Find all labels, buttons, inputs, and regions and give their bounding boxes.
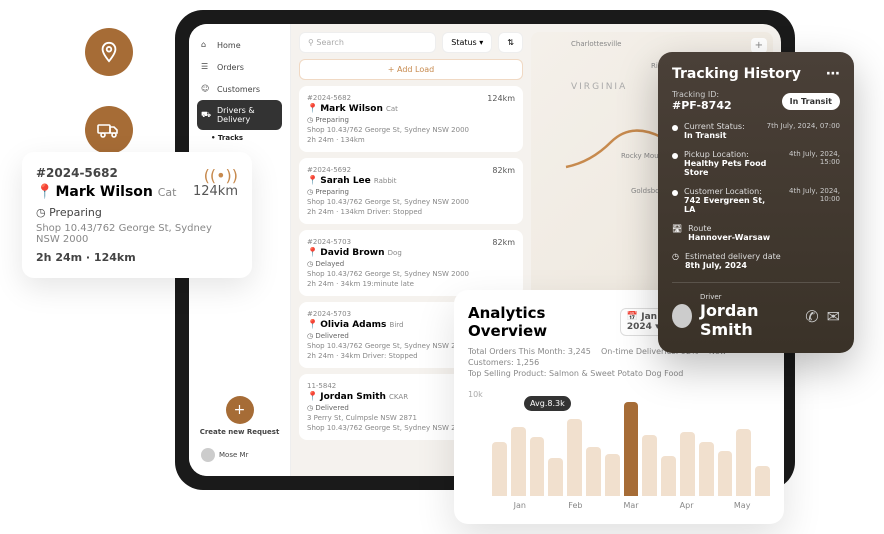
bar[interactable] — [548, 458, 563, 495]
nav-orders[interactable]: ☰Orders — [197, 56, 282, 78]
bar-chart: 10k Avg.8.3k JanFebMarAprMay — [468, 390, 770, 510]
analytics-title: Analytics Overview — [468, 304, 620, 340]
sort-button[interactable]: ⇅ — [498, 32, 523, 53]
user-chip[interactable]: Mose Mr — [197, 444, 282, 466]
clock-icon: ◷ — [672, 252, 679, 270]
phone-icon[interactable]: ✆ — [805, 307, 818, 326]
search-input[interactable]: ⚲ Search — [299, 32, 436, 53]
order-card[interactable]: #2024-570382km📍David Brown Dog◷ DelayedS… — [299, 230, 523, 296]
home-icon: ⌂ — [201, 40, 211, 50]
pin-icon — [85, 28, 133, 76]
chat-icon[interactable]: ✉ — [827, 307, 840, 326]
truck-icon — [85, 106, 133, 154]
create-request-label: Create new Request — [197, 428, 282, 436]
bar[interactable] — [661, 456, 676, 495]
zoom-in-button[interactable]: + — [751, 38, 767, 53]
create-request-button[interactable]: + — [226, 396, 254, 424]
order-card-featured[interactable]: #2024-5682 ((•)) 📍Mark Wilson Cat 124km … — [22, 152, 252, 278]
status: ◷ Preparing — [36, 206, 238, 219]
tracking-step: Pickup Location:Healthy Pets Food Store4… — [672, 150, 840, 177]
nav-tracks[interactable]: • Tracks — [197, 130, 282, 146]
avatar — [201, 448, 215, 462]
status-pill: In Transit — [782, 93, 840, 110]
order-card[interactable]: #2024-5682124km📍Mark Wilson Cat◷ Prepari… — [299, 86, 523, 152]
bar[interactable] — [605, 454, 620, 495]
bar[interactable] — [624, 402, 639, 495]
add-load-button[interactable]: + Add Load — [299, 59, 523, 80]
bar[interactable] — [736, 429, 751, 496]
bar[interactable] — [699, 442, 714, 496]
meta: 2h 24m · 124km — [36, 251, 238, 264]
signal-icon: ((•)) — [204, 166, 238, 185]
bar[interactable] — [755, 466, 770, 495]
tracking-step: Current Status:In Transit7th July, 2024,… — [672, 122, 840, 140]
nav-customers[interactable]: ☺Customers — [197, 78, 282, 100]
bar[interactable] — [567, 419, 582, 495]
more-icon[interactable]: ⋯ — [826, 66, 840, 82]
order-card[interactable]: #2024-569282km📍Sarah Lee Rabbit◷ Prepari… — [299, 158, 523, 224]
driver-avatar — [672, 304, 692, 328]
bar[interactable] — [718, 451, 733, 495]
bar[interactable] — [511, 427, 526, 496]
status-filter[interactable]: Status ▾ — [442, 32, 492, 53]
bar[interactable] — [492, 442, 507, 496]
distance: 124km — [193, 184, 238, 199]
bar[interactable] — [642, 435, 657, 496]
address: Shop 10.43/762 George St, Sydney NSW 200… — [36, 223, 238, 245]
bar[interactable] — [680, 432, 695, 496]
truck-small-icon: ⛟ — [201, 110, 211, 120]
route-icon: 🛣 — [672, 224, 682, 242]
tracking-step: Customer Location:742 Evergreen St, LA4t… — [672, 187, 840, 214]
nav-drivers[interactable]: ⛟Drivers & Delivery — [197, 100, 282, 130]
tracking-history-panel: Tracking History⋯ Tracking ID: #PF-8742 … — [658, 52, 854, 353]
bar[interactable] — [586, 447, 601, 496]
orders-icon: ☰ — [201, 62, 211, 72]
nav-home[interactable]: ⌂Home — [197, 34, 282, 56]
pin-small-icon: 📍 — [36, 184, 53, 200]
customers-icon: ☺ — [201, 84, 211, 94]
bar[interactable] — [530, 437, 545, 496]
